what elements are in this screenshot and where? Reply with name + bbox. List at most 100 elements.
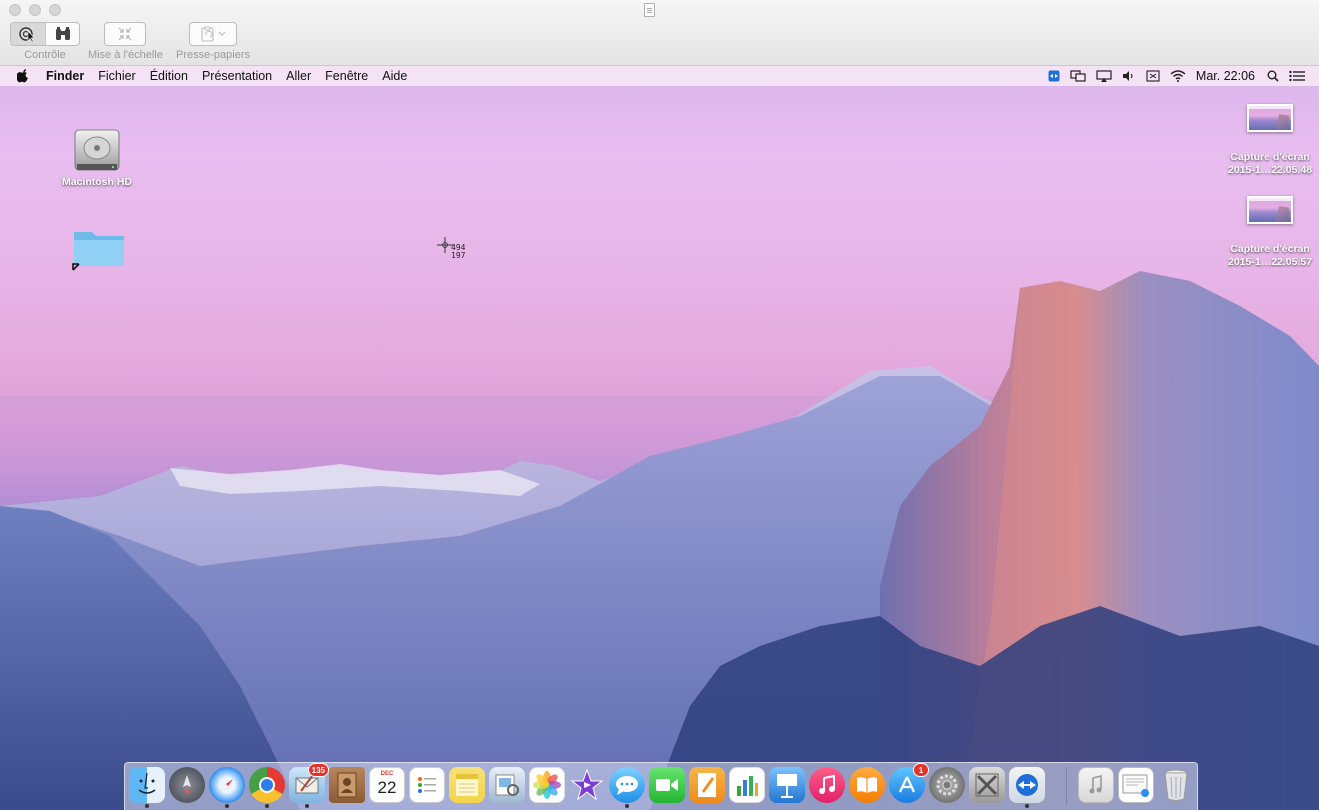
window-zoom-button[interactable] xyxy=(49,4,61,16)
music-stack-icon xyxy=(1089,774,1102,794)
chrome-icon xyxy=(259,777,275,793)
numbers-icon xyxy=(737,776,758,796)
dock-calendar[interactable]: DEC 22 xyxy=(369,767,405,803)
dock-imovie[interactable] xyxy=(569,767,605,803)
pointer-control-icon xyxy=(19,27,35,42)
dock-downloads-stack[interactable] xyxy=(1118,767,1154,803)
dock-app-store[interactable]: 1 xyxy=(889,763,929,803)
menu-clock[interactable]: Mar. 22:06 xyxy=(1196,69,1255,83)
document-proxy-icon xyxy=(644,3,655,17)
dock-trash[interactable] xyxy=(1158,767,1194,803)
menu-edition[interactable]: Édition xyxy=(150,69,188,83)
dock-utility[interactable] xyxy=(969,767,1005,803)
menu-fichier[interactable]: Fichier xyxy=(98,69,136,83)
teamviewer-status-icon[interactable] xyxy=(1048,70,1060,82)
dock-mail[interactable]: 135 xyxy=(289,763,329,808)
app-store-badge: 1 xyxy=(913,763,929,777)
preview-icon xyxy=(495,774,519,796)
dock-keynote[interactable] xyxy=(769,767,805,803)
input-source-icon[interactable] xyxy=(1146,70,1160,82)
window-minimize-button[interactable] xyxy=(29,4,41,16)
dock-teamviewer[interactable] xyxy=(1009,767,1045,808)
desktop-icon-screenshot-2[interactable]: Capture d'écran 2015-1…22.05.57 xyxy=(1228,196,1312,269)
desktop-icon-screenshot-1[interactable]: Capture d'écran 2015-1…22.05.48 xyxy=(1228,104,1312,177)
dock-launchpad[interactable] xyxy=(169,767,205,803)
menu-presentation[interactable]: Présentation xyxy=(202,69,272,83)
wifi-icon[interactable] xyxy=(1170,70,1186,82)
shrink-arrows-icon xyxy=(118,27,132,41)
menu-aller[interactable]: Aller xyxy=(286,69,311,83)
volume-icon[interactable] xyxy=(1122,70,1136,82)
dock-pages[interactable] xyxy=(689,767,725,803)
dock-safari[interactable] xyxy=(209,767,245,808)
finder-icon xyxy=(138,772,156,794)
dock-numbers[interactable] xyxy=(729,767,765,803)
menu-bar: Finder Fichier Édition Présentation Alle… xyxy=(0,66,1319,86)
clipboard-tool-group: Presse-papiers xyxy=(176,22,250,61)
airplay-icon[interactable] xyxy=(1096,70,1112,82)
status-menu-extras: Mar. 22:06 xyxy=(1048,66,1319,86)
dock-contacts[interactable] xyxy=(329,767,365,803)
dock-finder[interactable] xyxy=(129,767,165,808)
photos-icon xyxy=(533,771,561,799)
spotlight-search-icon[interactable] xyxy=(1267,70,1279,82)
viewer-toolbar: Contrôle Mise à l'échelle Presse-papiers xyxy=(0,0,1319,66)
notes-icon xyxy=(456,774,478,796)
folder-alias-icon xyxy=(72,232,124,271)
itunes-icon xyxy=(819,774,835,794)
dock-separator xyxy=(1066,767,1067,805)
safari-icon xyxy=(221,779,233,791)
clipboard-label: Presse-papiers xyxy=(176,49,250,61)
messages-icon xyxy=(616,776,638,795)
cursor-coordinates: 494 197 xyxy=(451,244,465,260)
dock-itunes[interactable] xyxy=(809,767,845,803)
dock-photos[interactable] xyxy=(529,767,565,803)
dock-facetime[interactable] xyxy=(649,767,685,803)
dock-reminders[interactable] xyxy=(409,767,445,803)
clipboard-button[interactable] xyxy=(190,23,236,45)
notification-center-icon[interactable] xyxy=(1289,70,1305,82)
desktop-icon-label: Macintosh HD xyxy=(62,176,133,188)
observe-mode-button[interactable] xyxy=(45,23,79,45)
hard-drive-icon xyxy=(74,129,120,171)
control-mode-button[interactable] xyxy=(11,23,45,45)
dock-system-preferences[interactable] xyxy=(929,767,965,803)
menu-aide[interactable]: Aide xyxy=(382,69,407,83)
pages-icon xyxy=(698,773,716,797)
dock-music-stack[interactable] xyxy=(1078,767,1114,803)
menu-app-finder[interactable]: Finder xyxy=(46,69,84,83)
downloads-stack-icon xyxy=(1122,774,1149,797)
desktop-icon-label: Capture d'écran xyxy=(1230,151,1310,163)
dock-ibooks[interactable] xyxy=(849,767,885,803)
reminders-icon xyxy=(418,777,436,793)
window-close-button[interactable] xyxy=(9,4,21,16)
dock-messages[interactable] xyxy=(609,767,645,808)
binoculars-icon xyxy=(55,27,70,40)
scale-label: Mise à l'échelle xyxy=(88,49,163,61)
desktop-icon-folder-alias[interactable] xyxy=(72,226,126,272)
apple-menu-icon[interactable] xyxy=(17,69,31,83)
cursor-y: 197 xyxy=(451,251,466,260)
system-preferences-icon xyxy=(936,774,958,796)
app-store-icon xyxy=(899,776,915,793)
dock-notes[interactable] xyxy=(449,767,485,803)
ibooks-icon xyxy=(857,777,877,793)
utility-icon xyxy=(975,773,999,797)
control-tool-group: Contrôle xyxy=(10,22,80,61)
menu-fenetre[interactable]: Fenêtre xyxy=(325,69,368,83)
desktop-icon-label-date: 2015-1…22.05.57 xyxy=(1228,256,1313,268)
mirroring-status-icon[interactable] xyxy=(1070,70,1086,82)
keynote-icon xyxy=(777,774,797,798)
facetime-icon xyxy=(656,779,678,791)
calendar-day: 22 xyxy=(377,778,397,797)
dock-preview[interactable] xyxy=(489,767,525,803)
contacts-icon xyxy=(337,772,357,798)
launchpad-icon xyxy=(183,775,191,795)
scale-tool-group: Mise à l'échelle xyxy=(88,22,163,61)
dock-chrome[interactable] xyxy=(249,767,285,808)
scale-button[interactable] xyxy=(105,23,145,45)
desktop-icon-label: Capture d'écran xyxy=(1230,243,1310,255)
remote-screen[interactable]: Finder Fichier Édition Présentation Alle… xyxy=(0,66,1319,810)
desktop-icon-macintosh-hd[interactable]: Macintosh HD xyxy=(62,126,132,189)
imovie-icon xyxy=(570,768,604,801)
